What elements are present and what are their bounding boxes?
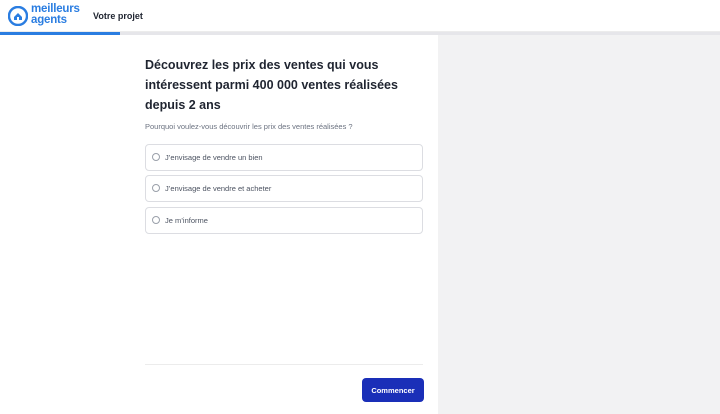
option-label: J’envisage de vendre et acheter	[165, 184, 272, 193]
radio-icon[interactable]	[152, 153, 160, 161]
option-vendre-un-bien[interactable]: J’envisage de vendre un bien	[145, 144, 423, 171]
page-title: Découvrez les prix des ventes qui vous i…	[145, 58, 398, 112]
house-logo-icon	[8, 6, 28, 26]
start-button[interactable]: Commencer	[363, 379, 423, 401]
option-je-m-informe[interactable]: Je m’informe	[145, 207, 423, 234]
top-header: meilleurs agents Votre projet	[0, 0, 720, 32]
logo-wordmark: meilleurs agents	[31, 3, 80, 26]
option-label: J’envisage de vendre un bien	[165, 153, 263, 162]
nav-votre-projet[interactable]: Votre projet	[93, 11, 143, 21]
radio-icon[interactable]	[152, 216, 160, 224]
progress-bar-fill	[0, 32, 121, 35]
question-panel: Découvrez les prix des ventes qui vous i…	[145, 35, 425, 414]
radio-icon[interactable]	[152, 184, 160, 192]
question-subtitle: Pourquoi voulez-vous découvrir les prix …	[145, 122, 353, 131]
side-panel	[438, 35, 720, 414]
meilleurs-agents-logo[interactable]: meilleurs agents	[8, 3, 88, 28]
logo-line-2: agents	[31, 14, 67, 26]
footer-divider	[145, 364, 423, 365]
option-label: Je m’informe	[165, 216, 208, 225]
option-vendre-et-acheter[interactable]: J’envisage de vendre et acheter	[145, 175, 423, 202]
